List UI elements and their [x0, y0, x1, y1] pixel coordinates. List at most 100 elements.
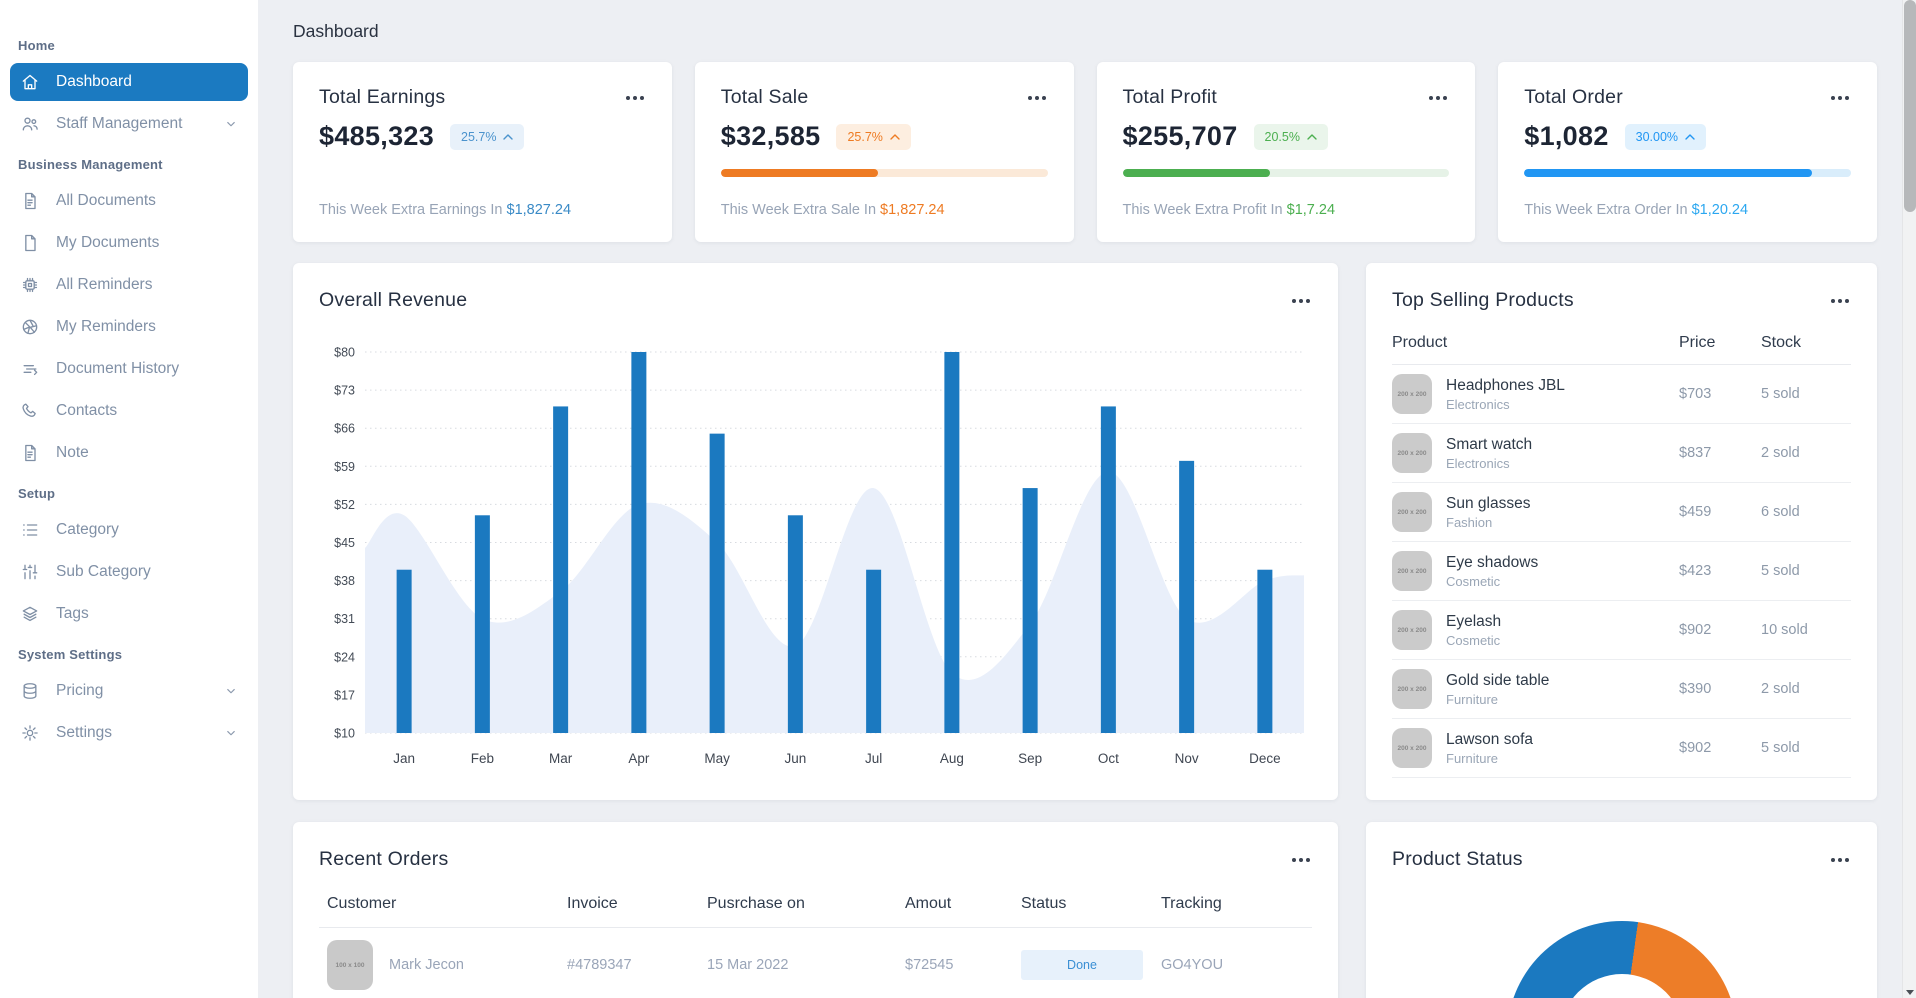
orders-col-purchase: Pusrchase on [707, 895, 805, 912]
svg-text:$31: $31 [334, 612, 355, 626]
sidebar-item-document-history[interactable]: Document History [10, 350, 248, 388]
product-thumbnail: 200 x 200 [1392, 433, 1432, 473]
svg-text:Oct: Oct [1098, 751, 1119, 766]
sidebar-item-contacts[interactable]: Contacts [10, 392, 248, 430]
orders-col-status: Status [1021, 895, 1067, 912]
sidebar-item-category[interactable]: Category [10, 511, 248, 549]
product-price: $837 [1679, 445, 1712, 461]
database-icon [23, 683, 37, 699]
sidebar-item-label: Document History [56, 360, 180, 377]
sidebar-item-all-documents[interactable]: All Documents [10, 182, 248, 220]
chevron-down-icon [227, 121, 235, 127]
bottom-row: Recent Orders Customer Invoice Pusrchase… [293, 822, 1877, 998]
layers-icon [22, 606, 38, 622]
orders-table-header: Customer Invoice Pusrchase on Amout Stat… [319, 895, 1312, 928]
stat-card-title: Total Sale [720, 86, 809, 108]
svg-text:Jan: Jan [393, 751, 415, 766]
product-stock: 2 sold [1761, 445, 1800, 461]
product-status-menu-icon[interactable] [1829, 852, 1851, 868]
revenue-bar-mar [553, 406, 569, 733]
sidebar-item-pricing[interactable]: Pricing [10, 672, 248, 710]
stat-card-menu-icon[interactable] [1829, 90, 1851, 106]
topbar: Dashboard [293, 0, 1877, 62]
products-table-body: 200 x 200 Headphones JBL Electronics $70… [1392, 365, 1851, 778]
order-invoice: #4789347 [567, 957, 632, 973]
product-thumbnail: 200 x 200 [1392, 374, 1432, 414]
product-status-donut-chart [1506, 921, 1737, 998]
orders-table-body: 100 x 100 Mark Jecon #4789347 15 Mar 202… [319, 928, 1312, 998]
product-category: Electronics [1446, 396, 1510, 412]
table-row: 200 x 200 Lawson sofa Furniture $902 5 s… [1392, 719, 1851, 778]
revenue-bar-dece [1257, 569, 1273, 733]
sidebar-item-label: My Reminders [56, 318, 156, 335]
stat-card: Total Earnings $485,323 25.7% This Week … [293, 62, 672, 242]
sidebar-item-all-reminders[interactable]: All Reminders [10, 266, 248, 304]
orders-col-invoice: Invoice [567, 895, 618, 912]
stat-card-menu-icon[interactable] [1026, 90, 1048, 106]
product-stock: 2 sold [1761, 681, 1800, 697]
svg-text:$38: $38 [334, 574, 355, 588]
sidebar-item-my-reminders[interactable]: My Reminders [10, 308, 248, 346]
gear-icon [22, 725, 38, 741]
sidebar-section: Home Dashboard Staff Management [10, 38, 248, 143]
sidebar-item-label: Category [56, 521, 119, 538]
svg-text:Jun: Jun [784, 751, 806, 766]
product-thumbnail: 200 x 200 [1392, 551, 1432, 591]
sidebar-item-label: Settings [56, 724, 113, 741]
file-icon [25, 234, 36, 252]
sidebar-item-label: My Documents [56, 234, 160, 251]
product-thumbnail: 200 x 200 [1392, 669, 1432, 709]
stat-card-menu-icon[interactable] [1427, 90, 1449, 106]
sliders-icon [22, 564, 38, 580]
sidebar-item-label: Staff Management [56, 115, 183, 132]
table-row: 200 x 200 Sun glasses Fashion $459 6 sol… [1392, 483, 1851, 542]
recent-orders-menu-icon[interactable] [1290, 852, 1312, 868]
svg-text:Nov: Nov [1175, 751, 1199, 766]
sidebar-item-tags[interactable]: Tags [10, 595, 248, 633]
product-category: Furniture [1446, 691, 1499, 707]
stat-card-title: Total Earnings [319, 86, 446, 108]
caret-up-icon [890, 133, 900, 140]
stat-card-value: $32,585 [720, 121, 821, 151]
stat-card-value: $255,707 [1122, 121, 1238, 151]
order-status-badge: Done [1021, 950, 1143, 980]
svg-text:$10: $10 [334, 727, 355, 741]
sidebar-item-label: Note [56, 444, 89, 461]
order-amount: $72545 [905, 957, 954, 973]
top-selling-products-card: Top Selling Products Product Price Stock… [1366, 263, 1877, 800]
vertical-scrollbar[interactable] [1902, 0, 1916, 998]
svg-text:$45: $45 [334, 536, 355, 550]
stat-card-footer: This Week Extra Profit In $1,7.24 [1122, 202, 1336, 218]
product-stock: 5 sold [1761, 386, 1800, 402]
scroll-down-arrow-icon[interactable] [1906, 990, 1914, 995]
scrollbar-thumb[interactable] [1904, 0, 1916, 212]
page-title: Dashboard [293, 20, 379, 41]
orders-col-tracking: Tracking [1161, 895, 1222, 912]
sidebar-item-staff-management[interactable]: Staff Management [10, 105, 248, 143]
product-price: $902 [1679, 740, 1712, 756]
sidebar-item-my-documents[interactable]: My Documents [10, 224, 248, 262]
top-selling-products-menu-icon[interactable] [1829, 293, 1851, 309]
stat-card-trend-badge: 25.7% [836, 123, 911, 150]
product-stock: 5 sold [1761, 740, 1800, 756]
svg-text:Mar: Mar [549, 751, 573, 766]
sidebar-item-settings[interactable]: Settings [10, 714, 248, 752]
users-icon [22, 117, 38, 131]
sidebar-item-sub-category[interactable]: Sub Category [10, 553, 248, 591]
overall-revenue-menu-icon[interactable] [1290, 293, 1312, 309]
product-thumbnail: 200 x 200 [1392, 492, 1432, 532]
sidebar-section-label: Setup [18, 486, 56, 501]
stat-card-menu-icon[interactable] [624, 90, 646, 106]
chip-icon [22, 277, 38, 293]
sidebar-item-dashboard[interactable]: Dashboard [10, 63, 248, 101]
chevron-down-icon [227, 688, 235, 694]
sidebar-section-label: System Settings [18, 647, 123, 662]
revenue-bar-jul [866, 569, 882, 733]
products-table-header: Product Price Stock [1392, 334, 1851, 365]
stat-card-progress-bar [720, 169, 1048, 177]
middle-row: Overall Revenue $10 $17 $24 $31 $38 $45 $52 $59… [293, 263, 1877, 800]
stat-card-progress-bar [1524, 169, 1851, 177]
product-stock: 6 sold [1761, 504, 1800, 520]
sidebar-section: Business Management All Documents My Doc… [10, 157, 248, 472]
sidebar-item-note[interactable]: Note [10, 434, 248, 472]
